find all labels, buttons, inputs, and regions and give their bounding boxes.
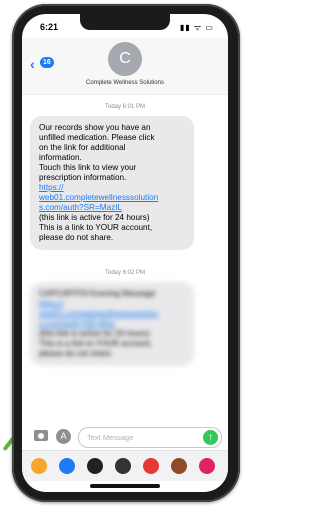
- chevron-left-icon: ‹: [30, 56, 35, 72]
- send-button[interactable]: ↑: [203, 430, 218, 445]
- message-link[interactable]: web01.completewellnesssolution: [39, 309, 185, 319]
- message-link[interactable]: s.com/auth?SR=MazIL: [39, 203, 185, 213]
- message-line: please do not share.: [39, 233, 114, 242]
- message-input[interactable]: Text Message ↑: [78, 427, 222, 448]
- heart-icon[interactable]: [199, 458, 215, 474]
- notch: [80, 14, 170, 30]
- status-bar: 6:21 ▮▮ ᯤ ▭: [22, 14, 228, 38]
- message-line: Our records show you have an: [39, 123, 151, 132]
- message-timestamp: Today 6:01 PM: [104, 104, 146, 110]
- camera-icon[interactable]: [34, 430, 48, 441]
- music-icon[interactable]: [115, 458, 131, 474]
- message-line: (this link is active for 24 hours): [39, 213, 150, 222]
- message-line: on the link for additional: [39, 143, 126, 152]
- unread-count-badge: 16: [40, 57, 54, 68]
- sticker-icon[interactable]: [171, 458, 187, 474]
- status-time: 6:21: [40, 22, 59, 32]
- message-link[interactable]: https://: [39, 299, 185, 309]
- message-composer: A Text Message ↑: [22, 424, 228, 450]
- back-button[interactable]: ‹ 16: [30, 56, 54, 72]
- appstore-icon[interactable]: A: [56, 429, 71, 444]
- imessage-app-strip: [22, 450, 228, 481]
- message-line: This is a link to YOUR account,: [39, 223, 153, 232]
- conversation-header: ‹ 16 C Complete Wellness Solutions: [22, 38, 228, 95]
- message-line: information.: [39, 153, 82, 162]
- message-line: prescription information.: [39, 173, 127, 182]
- message-line: unfilled medication. Please click: [39, 133, 155, 142]
- photos-icon[interactable]: [31, 458, 47, 474]
- signal-wifi-battery-icon: ▮▮ ᯤ ▭: [179, 23, 214, 32]
- search-images-icon[interactable]: [143, 458, 159, 474]
- message-line: This is a link to YOUR account,: [39, 339, 153, 348]
- home-indicator[interactable]: [90, 484, 160, 488]
- contact-name[interactable]: Complete Wellness Solutions: [22, 80, 228, 86]
- messages-screen: 6:21 ▮▮ ᯤ ▭ ‹ 16 C Complete Wellness Sol…: [22, 14, 228, 492]
- appstore-icon[interactable]: [59, 458, 75, 474]
- contact-avatar[interactable]: C: [108, 42, 142, 76]
- message-line: (this link is active for 24 hours): [39, 329, 150, 338]
- incoming-message-bubble-blurred: CAPCAPITOl Evening Message https:// web0…: [30, 282, 194, 366]
- message-link[interactable]: web01.completewellnesssolution: [39, 193, 185, 203]
- message-line: CAPCAPITOl Evening Message: [39, 289, 156, 298]
- message-input-placeholder: Text Message: [87, 433, 134, 442]
- memoji-icon[interactable]: [87, 458, 103, 474]
- message-timestamp: Today 6:02 PM: [104, 270, 146, 276]
- message-link[interactable]: https://: [39, 183, 185, 193]
- message-link[interactable]: s.com/auth?SR=Maz: [39, 319, 185, 329]
- message-line: Touch this link to view your: [39, 163, 137, 172]
- incoming-message-bubble: Our records show you have an unfilled me…: [30, 116, 194, 250]
- message-line: please do not share.: [39, 349, 114, 358]
